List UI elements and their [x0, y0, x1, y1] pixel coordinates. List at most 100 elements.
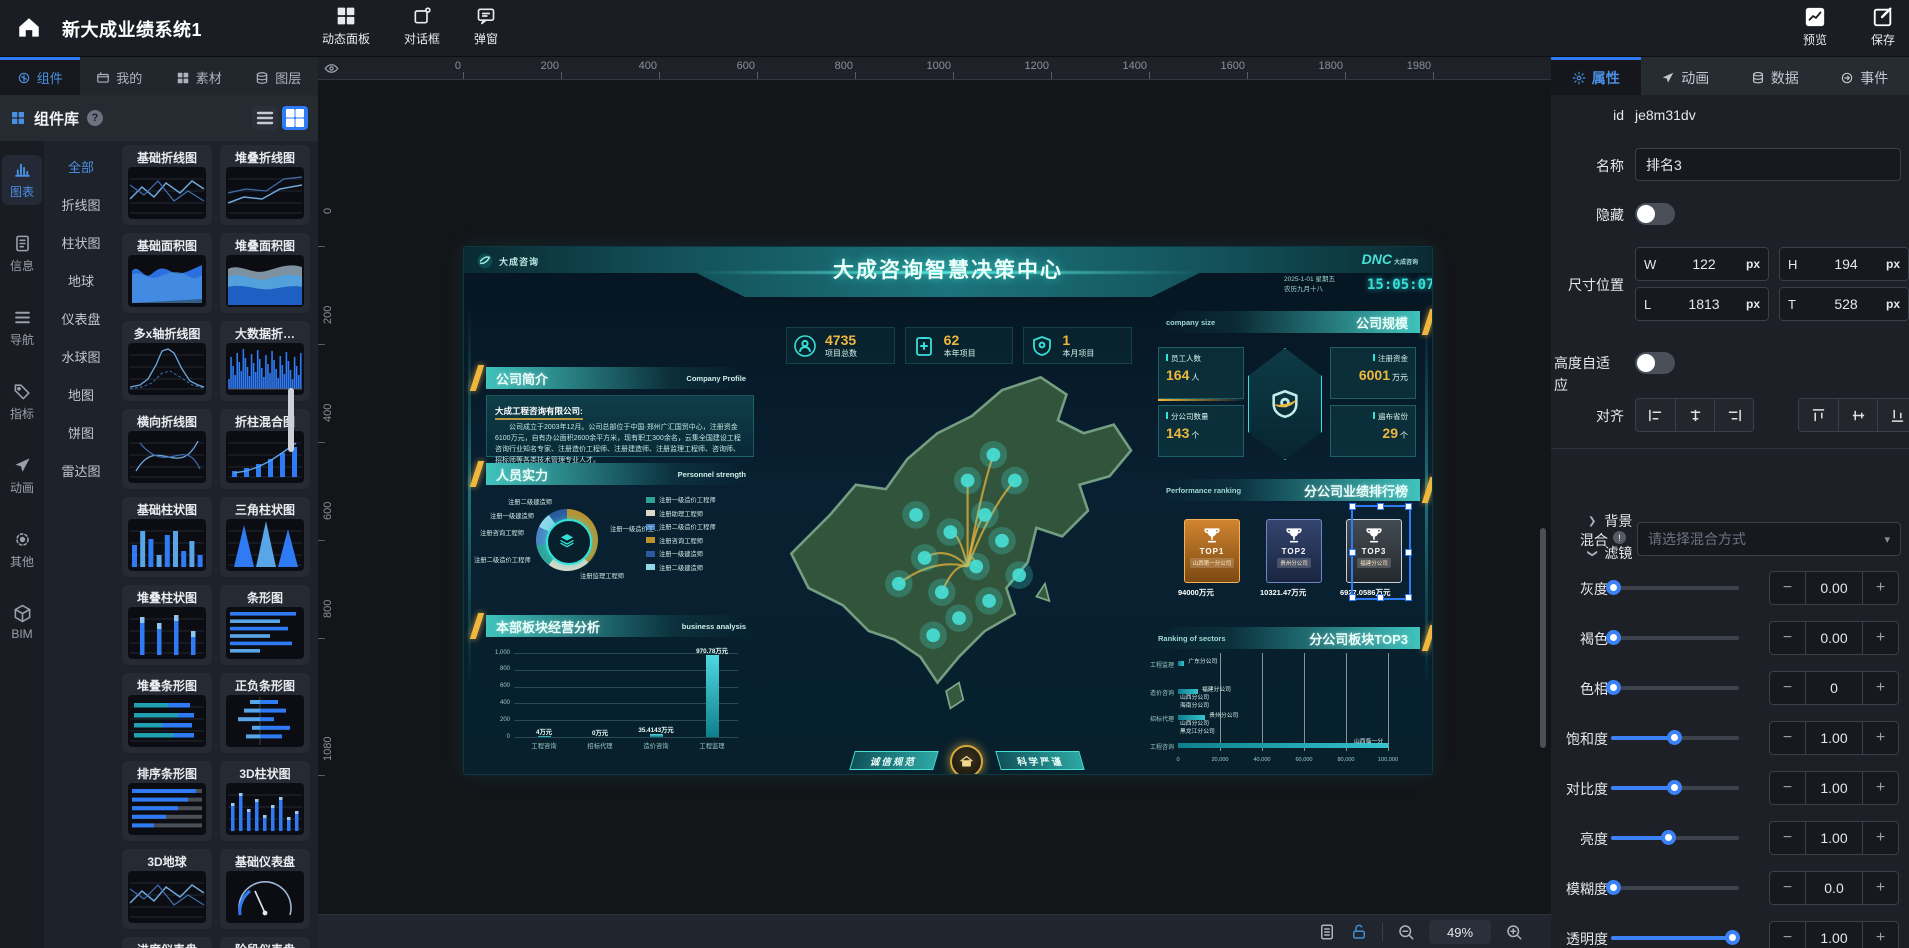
component-card[interactable]: 进度仪表盘	[122, 937, 212, 948]
unlock-icon[interactable]	[1350, 923, 1368, 941]
library-group-BIM[interactable]: BIM	[2, 599, 42, 646]
library-group-动画[interactable]: 动画	[2, 451, 42, 501]
component-card[interactable]: 3D地球	[122, 849, 212, 929]
preview-button[interactable]: 预览	[1803, 6, 1827, 48]
slider-褐色[interactable]	[1611, 636, 1739, 640]
name-input[interactable]	[1635, 148, 1901, 181]
selection-handle[interactable]	[1377, 503, 1384, 510]
page-list-icon[interactable]	[1318, 923, 1336, 941]
component-card[interactable]: 折柱混合图	[220, 409, 310, 489]
component-card[interactable]: 条形图	[220, 585, 310, 665]
align-center-h-icon[interactable]	[1675, 399, 1714, 431]
minus-button[interactable]: −	[1770, 822, 1805, 854]
library-group-导航[interactable]: 导航	[2, 303, 42, 353]
help-icon[interactable]: ?	[87, 110, 103, 126]
minus-button[interactable]: −	[1770, 672, 1805, 704]
minus-button[interactable]: −	[1770, 722, 1805, 754]
component-card[interactable]: 基础仪表盘	[220, 849, 310, 929]
component-card[interactable]: 正负条形图	[220, 673, 310, 753]
library-group-信息[interactable]: 信息	[2, 229, 42, 279]
category-柱状图[interactable]: 柱状图	[44, 223, 118, 261]
canvas-vertical-scrollbar[interactable]	[1540, 528, 1546, 748]
plus-button[interactable]: +	[1863, 672, 1898, 704]
selection-handle[interactable]	[1377, 594, 1384, 601]
minus-button[interactable]: −	[1770, 622, 1805, 654]
selection-handle[interactable]	[1405, 594, 1412, 601]
width-field[interactable]: W122px	[1635, 247, 1769, 281]
library-scrollbar[interactable]	[288, 388, 294, 452]
component-card[interactable]: 堆叠折线图	[220, 145, 310, 225]
tool-dialog[interactable]: 对话框	[404, 6, 440, 47]
component-card[interactable]: 三角柱状图	[220, 497, 310, 577]
align-right-icon[interactable]	[1714, 399, 1753, 431]
tab-图层[interactable]: 图层	[239, 57, 319, 95]
component-card[interactable]: 堆叠面积图	[220, 233, 310, 313]
inspector-tab-事件[interactable]: 事件	[1820, 57, 1909, 95]
component-card[interactable]: 多x轴折线图	[122, 321, 212, 401]
library-group-其他[interactable]: 其他	[2, 525, 42, 575]
slider-灰度[interactable]	[1611, 586, 1739, 590]
tab-组件[interactable]: 组件	[0, 57, 80, 95]
align-left-icon[interactable]	[1636, 399, 1675, 431]
component-card[interactable]: 排序条形图	[122, 761, 212, 841]
plus-button[interactable]: +	[1863, 622, 1898, 654]
library-group-指标[interactable]: 指标	[2, 377, 42, 427]
category-饼图[interactable]: 饼图	[44, 413, 118, 451]
list-view-button[interactable]	[252, 106, 278, 130]
component-card[interactable]: 横向折线图	[122, 409, 212, 489]
align-middle-v-icon[interactable]	[1838, 399, 1877, 431]
plus-button[interactable]: +	[1863, 822, 1898, 854]
selection-handle[interactable]	[1405, 549, 1412, 556]
inspector-tab-属性[interactable]: 属性	[1551, 57, 1641, 95]
selection-handle[interactable]	[1349, 503, 1356, 510]
left-field[interactable]: L1813px	[1635, 287, 1769, 321]
slider-对比度[interactable]	[1611, 786, 1739, 790]
zoom-in-icon[interactable]	[1505, 923, 1523, 941]
component-card[interactable]: 基础折线图	[122, 145, 212, 225]
selection-box[interactable]	[1351, 505, 1411, 600]
category-仪表盘[interactable]: 仪表盘	[44, 299, 118, 337]
plus-button[interactable]: +	[1863, 772, 1898, 804]
selection-handle[interactable]	[1349, 549, 1356, 556]
top-field[interactable]: T528px	[1779, 287, 1909, 321]
library-group-图表[interactable]: 图表	[2, 155, 42, 205]
minus-button[interactable]: −	[1770, 872, 1805, 904]
hide-toggle[interactable]	[1635, 203, 1675, 225]
zoom-out-icon[interactable]	[1397, 923, 1415, 941]
design-canvas[interactable]: 02004006008001080 大成咨询智慧决策中心 大成咨询 DNC大成咨…	[318, 80, 1551, 914]
category-地图[interactable]: 地图	[44, 375, 118, 413]
selection-handle[interactable]	[1349, 594, 1356, 601]
dashboard-artboard[interactable]: 大成咨询智慧决策中心 大成咨询 DNC大成咨询 2025-1-01 星期五 农历…	[463, 246, 1433, 775]
category-全部[interactable]: 全部	[44, 147, 118, 185]
slider-模糊度[interactable]	[1611, 886, 1739, 890]
component-card[interactable]: 堆叠条形图	[122, 673, 212, 753]
component-card[interactable]: 3D柱状图	[220, 761, 310, 841]
height-field[interactable]: H194px	[1779, 247, 1909, 281]
selection-handle[interactable]	[1405, 503, 1412, 510]
category-地球[interactable]: 地球	[44, 261, 118, 299]
component-card[interactable]: 基础柱状图	[122, 497, 212, 577]
minus-button[interactable]: −	[1770, 922, 1805, 948]
category-雷达图[interactable]: 雷达图	[44, 451, 118, 489]
slider-色相[interactable]	[1611, 686, 1739, 690]
component-card[interactable]: 阶段仪表盘	[220, 937, 310, 948]
slider-饱和度[interactable]	[1611, 736, 1739, 740]
tool-panel-grid[interactable]: 动态面板	[322, 6, 370, 47]
minus-button[interactable]: −	[1770, 772, 1805, 804]
inspector-tab-动画[interactable]: 动画	[1641, 57, 1731, 95]
zoom-level[interactable]: 49%	[1429, 920, 1491, 944]
ranking-card-TOP2[interactable]: TOP2贵州分公司	[1266, 519, 1322, 583]
category-折线图[interactable]: 折线图	[44, 185, 118, 223]
plus-button[interactable]: +	[1863, 872, 1898, 904]
inspector-tab-数据[interactable]: 数据	[1730, 57, 1820, 95]
align-bottom-icon[interactable]	[1877, 399, 1909, 431]
slider-透明度[interactable]	[1611, 936, 1739, 940]
component-card[interactable]: 大数据折…	[220, 321, 310, 401]
minus-button[interactable]: −	[1770, 572, 1805, 604]
height-auto-toggle[interactable]	[1635, 352, 1675, 374]
plus-button[interactable]: +	[1863, 922, 1898, 948]
tab-我的[interactable]: 我的	[80, 57, 160, 95]
align-top-icon[interactable]	[1799, 399, 1838, 431]
tool-popup[interactable]: 弹窗	[474, 6, 498, 47]
component-card[interactable]: 堆叠柱状图	[122, 585, 212, 665]
